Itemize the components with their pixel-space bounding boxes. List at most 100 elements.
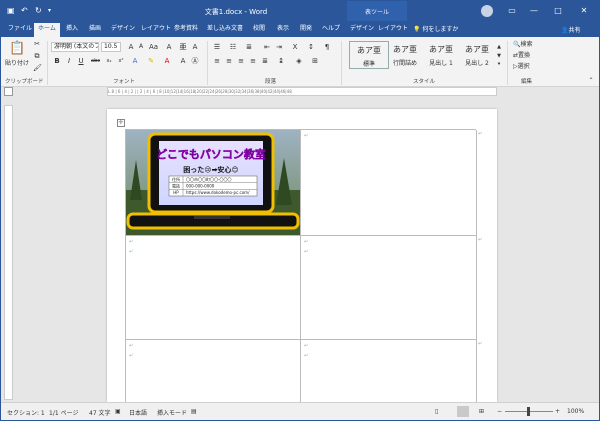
document-page[interactable]: ✛ どこでもパソコン教室 困った😢➡安心😊 住所 〇〇市〇〇町〇〇-〇〇〇 電話…	[107, 109, 497, 403]
status-word-count[interactable]: 47 文字	[89, 408, 111, 417]
select-button[interactable]: ▷選択	[513, 62, 530, 71]
style-normal[interactable]: あア亜 標準	[349, 41, 389, 69]
styles-more-icon[interactable]: ⯆	[495, 61, 503, 69]
char-shading-icon[interactable]: A	[179, 57, 187, 65]
web-layout-icon[interactable]: ⊞	[479, 408, 484, 415]
align-right-icon[interactable]: ≡	[237, 57, 245, 65]
undo-icon[interactable]: ↶	[21, 6, 28, 16]
clear-format-icon[interactable]: A	[165, 43, 173, 51]
status-page[interactable]: 1/1 ページ	[49, 408, 78, 417]
shrink-font-icon[interactable]: A	[137, 43, 145, 51]
increase-indent-icon[interactable]: ⇥	[275, 43, 283, 51]
font-size-box[interactable]: 10.5	[101, 42, 121, 52]
read-mode-icon[interactable]: ▯	[435, 408, 438, 415]
minimize-icon[interactable]: —	[523, 4, 545, 18]
tab-developer[interactable]: 開発	[300, 25, 312, 33]
customize-quick-access-icon[interactable]: ▾	[48, 6, 51, 16]
tab-layout[interactable]: レイアウト	[141, 25, 171, 33]
borders-icon[interactable]: ⊞	[311, 57, 319, 65]
grow-font-icon[interactable]: A	[127, 43, 135, 51]
text-effects-icon[interactable]: A	[131, 57, 139, 65]
strikethrough-icon[interactable]: abc	[91, 57, 100, 65]
tab-file[interactable]: ファイル	[8, 25, 32, 33]
status-insert-mode[interactable]: 挿入モード	[157, 408, 187, 417]
cut-icon[interactable]: ✂	[33, 40, 41, 48]
multilevel-list-icon[interactable]: ≣	[245, 43, 253, 51]
format-painter-icon[interactable]: 🖌	[33, 64, 42, 72]
distributed-icon[interactable]: ≣	[261, 57, 269, 65]
proofing-icon[interactable]: ▣	[115, 408, 121, 415]
redo-icon[interactable]: ↻	[35, 6, 42, 16]
style-no-spacing[interactable]: あア亜 行間詰め	[385, 41, 425, 69]
styles-scroll-up-icon[interactable]: ▲	[495, 43, 503, 51]
zoom-in-icon[interactable]: +	[555, 408, 560, 415]
share-button[interactable]: 👤共有	[561, 25, 581, 34]
zoom-out-icon[interactable]: −	[497, 408, 502, 415]
macro-record-icon[interactable]: ▤	[191, 408, 197, 415]
collapse-ribbon-icon[interactable]: ⌃	[587, 77, 595, 85]
ribbon-display-icon[interactable]: ▭	[501, 4, 523, 18]
underline-icon[interactable]: U	[77, 57, 85, 65]
zoom-slider-thumb[interactable]	[527, 407, 530, 416]
paste-icon[interactable]: 📋	[9, 41, 25, 57]
save-icon[interactable]: ▣	[7, 6, 15, 16]
font-color-icon[interactable]: A	[163, 57, 171, 65]
print-layout-icon[interactable]	[457, 406, 469, 417]
shading-icon[interactable]: ◈	[295, 57, 303, 65]
horizontal-ruler[interactable]: L 8 | 6 | 4 | 2 | | 2 | 4 | 6 | 8 |10|12…	[107, 87, 497, 96]
status-zoom[interactable]: 100%	[567, 408, 584, 415]
find-button[interactable]: 🔍検索	[513, 40, 533, 49]
enclose-char-icon[interactable]: A	[191, 43, 199, 51]
table-cell[interactable]: ↵ ↵	[126, 340, 301, 403]
label-table[interactable]: どこでもパソコン教室 困った😢➡安心😊 住所 〇〇市〇〇町〇〇-〇〇〇 電話 0…	[125, 129, 477, 403]
styles-scroll-down-icon[interactable]: ▼	[495, 52, 503, 60]
style-heading-1[interactable]: あア亜 見出し 1	[421, 41, 461, 69]
replace-button[interactable]: ⇄置換	[513, 51, 530, 60]
phonetic-guide-icon[interactable]: 亜	[179, 43, 187, 51]
tab-help[interactable]: ヘルプ	[322, 25, 340, 33]
tell-me-search[interactable]: 💡 何をしますか	[413, 24, 458, 33]
table-cell[interactable]: ↵ ↵	[301, 236, 477, 340]
tab-draw[interactable]: 描画	[89, 25, 101, 33]
tab-table-design[interactable]: デザイン	[350, 25, 374, 33]
tab-selector[interactable]	[4, 87, 13, 96]
copy-icon[interactable]: ⧉	[33, 52, 41, 60]
line-spacing-icon[interactable]: ↨	[277, 57, 285, 65]
table-cell[interactable]: ↵ ↵	[301, 340, 477, 403]
table-cell[interactable]: ↵	[301, 130, 477, 236]
change-case-icon[interactable]: Aa	[149, 43, 158, 51]
align-center-icon[interactable]: ≡	[225, 57, 233, 65]
tab-insert[interactable]: 挿入	[66, 25, 78, 33]
italic-icon[interactable]: I	[65, 57, 73, 65]
table-move-handle[interactable]: ✛	[117, 119, 125, 127]
style-heading-2[interactable]: あア亜 見出し 2	[457, 41, 497, 69]
tab-review[interactable]: 校閲	[253, 25, 265, 33]
bold-icon[interactable]: B	[53, 57, 61, 65]
sort-icon[interactable]: ↕	[307, 43, 315, 51]
tab-home[interactable]: ホーム	[34, 23, 60, 37]
decrease-indent-icon[interactable]: ⇤	[263, 43, 271, 51]
superscript-icon[interactable]: x²	[117, 57, 125, 65]
table-cell[interactable]: ↵ ↵	[126, 236, 301, 340]
vertical-ruler[interactable]	[4, 105, 13, 400]
status-language[interactable]: 日本語	[129, 408, 147, 417]
maximize-icon[interactable]: □	[547, 4, 569, 18]
avatar[interactable]	[481, 5, 493, 17]
highlight-icon[interactable]: ✎	[147, 57, 155, 65]
table-cell[interactable]: どこでもパソコン教室 困った😢➡安心😊 住所 〇〇市〇〇町〇〇-〇〇〇 電話 0…	[126, 130, 301, 236]
paste-button[interactable]: 貼り付け	[5, 59, 29, 68]
bullets-icon[interactable]: ☰	[213, 43, 221, 51]
close-icon[interactable]: ✕	[573, 4, 595, 18]
char-border-icon[interactable]: Ⓐ	[191, 57, 199, 65]
tab-mailings[interactable]: 差し込み文書	[207, 25, 243, 33]
tab-table-layout[interactable]: レイアウト	[378, 25, 408, 33]
tab-view[interactable]: 表示	[277, 25, 289, 33]
tab-design[interactable]: デザイン	[111, 25, 135, 33]
font-name-box[interactable]: 游明朝 (本文のフ	[51, 42, 99, 52]
subscript-icon[interactable]: x₂	[105, 57, 113, 65]
justify-icon[interactable]: ≡	[249, 57, 257, 65]
text-direction-icon[interactable]: X	[291, 43, 299, 51]
status-section[interactable]: セクション: 1	[7, 408, 45, 417]
align-left-icon[interactable]: ≡	[213, 57, 221, 65]
show-marks-icon[interactable]: ¶	[323, 43, 331, 51]
